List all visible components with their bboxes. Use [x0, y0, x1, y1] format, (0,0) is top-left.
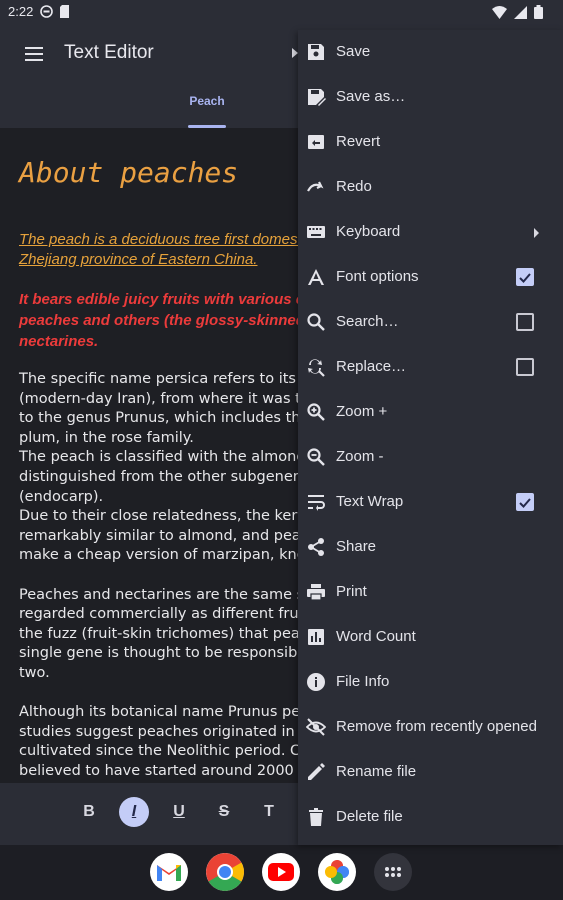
menu-item-zoom-out[interactable]: Zoom -: [298, 435, 563, 480]
overflow-menu: Save Save as… Revert Redo Keyboard Font …: [298, 30, 563, 845]
wrap-icon: [308, 495, 325, 511]
save-as-icon: [308, 89, 326, 106]
status-bar: 2:22: [0, 0, 563, 26]
paragraph-orange: The peach is a deciduous tree first dome…: [19, 231, 300, 268]
replace-checkbox[interactable]: [516, 358, 534, 376]
menu-item-label: Text Wrap: [336, 493, 404, 510]
font-icon: [308, 269, 324, 285]
bar-chart-icon: [308, 629, 324, 645]
menu-item-keyboard[interactable]: Keyboard: [298, 210, 563, 255]
menu-item-search[interactable]: Search…: [298, 300, 563, 345]
status-time: 2:22: [8, 4, 34, 19]
menu-item-label: Revert: [336, 133, 381, 150]
zoom-out-icon: [307, 448, 325, 466]
menu-item-revert[interactable]: Revert: [298, 120, 563, 165]
zoom-in-icon: [307, 403, 325, 421]
paragraph-red: It bears edible juicy fruits with variou…: [19, 291, 300, 350]
menu-item-save[interactable]: Save: [298, 30, 563, 75]
sd-card-icon: [60, 5, 69, 18]
menu-item-label: Delete file: [336, 808, 403, 825]
menu-item-label: Zoom -: [336, 448, 384, 465]
battery-icon: [534, 5, 543, 19]
menu-item-label: Save as…: [336, 88, 406, 105]
editor-area[interactable]: About peaches The peach is a deciduous t…: [0, 128, 300, 783]
menu-item-label: Font options: [336, 268, 419, 285]
menu-item-word-count[interactable]: Word Count: [298, 615, 563, 660]
menu-item-save-as[interactable]: Save as…: [298, 75, 563, 120]
paragraph-body: The specific name persica refers to its …: [19, 371, 300, 779]
wifi-icon: [492, 5, 507, 19]
menu-item-delete[interactable]: Delete file: [298, 795, 563, 840]
revert-icon: [308, 135, 324, 149]
menu-item-label: File Info: [336, 673, 390, 690]
menu-item-label: Save: [336, 43, 371, 60]
menu-item-label: Remove from recently opened: [336, 718, 537, 735]
search-icon: [307, 313, 325, 331]
app-drawer-icon[interactable]: [374, 853, 412, 891]
youtube-icon[interactable]: [262, 853, 300, 891]
menu-item-font-options[interactable]: Font options: [298, 255, 563, 300]
print-icon: [307, 584, 325, 601]
menu-item-label: Zoom +: [336, 403, 388, 420]
redo-icon: [307, 181, 324, 192]
text-wrap-checkbox[interactable]: [516, 493, 534, 511]
gmail-icon[interactable]: [150, 853, 188, 891]
menu-item-label: Redo: [336, 178, 372, 195]
save-icon: [308, 44, 324, 60]
photos-icon[interactable]: [318, 853, 356, 891]
replace-icon: [308, 359, 325, 377]
menu-item-redo[interactable]: Redo: [298, 165, 563, 210]
strikethrough-button[interactable]: S: [209, 797, 239, 827]
tab-peach[interactable]: Peach: [180, 94, 234, 108]
vpn-icon: [40, 5, 53, 18]
menu-item-label: Print: [336, 583, 367, 600]
menu-item-label: Word Count: [336, 628, 416, 645]
menu-item-label: Share: [336, 538, 377, 555]
menu-item-file-info[interactable]: File Info: [298, 660, 563, 705]
font-options-checkbox[interactable]: [516, 268, 534, 286]
search-checkbox[interactable]: [516, 313, 534, 331]
menu-item-print[interactable]: Print: [298, 570, 563, 615]
menu-item-label: Search…: [336, 313, 399, 330]
status-right-icons: [492, 5, 543, 19]
text-size-button[interactable]: T: [254, 797, 284, 827]
menu-item-zoom-in[interactable]: Zoom +: [298, 390, 563, 435]
chrome-icon[interactable]: [206, 853, 244, 891]
app-title: Text Editor: [64, 42, 154, 63]
menu-item-rename[interactable]: Rename file: [298, 750, 563, 795]
menu-item-replace[interactable]: Replace…: [298, 345, 563, 390]
signal-icon: [514, 5, 527, 19]
underline-button[interactable]: U: [164, 797, 194, 827]
menu-item-share[interactable]: Share: [298, 525, 563, 570]
share-icon: [308, 538, 324, 556]
trash-icon: [309, 808, 323, 826]
menu-item-text-wrap[interactable]: Text Wrap: [298, 480, 563, 525]
hamburger-menu-icon[interactable]: [22, 42, 46, 66]
menu-item-label: Rename file: [336, 763, 417, 780]
status-left-icons: [40, 5, 70, 18]
info-icon: [307, 673, 325, 691]
submenu-arrow-icon: [534, 228, 539, 238]
keyboard-icon: [307, 226, 325, 238]
italic-button[interactable]: I: [119, 797, 149, 827]
bold-button[interactable]: B: [74, 797, 104, 827]
document-title: About peaches: [19, 156, 239, 189]
app-dock: [0, 845, 563, 900]
menu-item-remove-recent[interactable]: Remove from recently opened: [298, 705, 563, 750]
menu-item-label: Replace…: [336, 358, 407, 375]
menu-item-label: Keyboard: [336, 223, 401, 240]
pencil-icon: [308, 763, 325, 780]
hide-icon: [306, 718, 326, 736]
